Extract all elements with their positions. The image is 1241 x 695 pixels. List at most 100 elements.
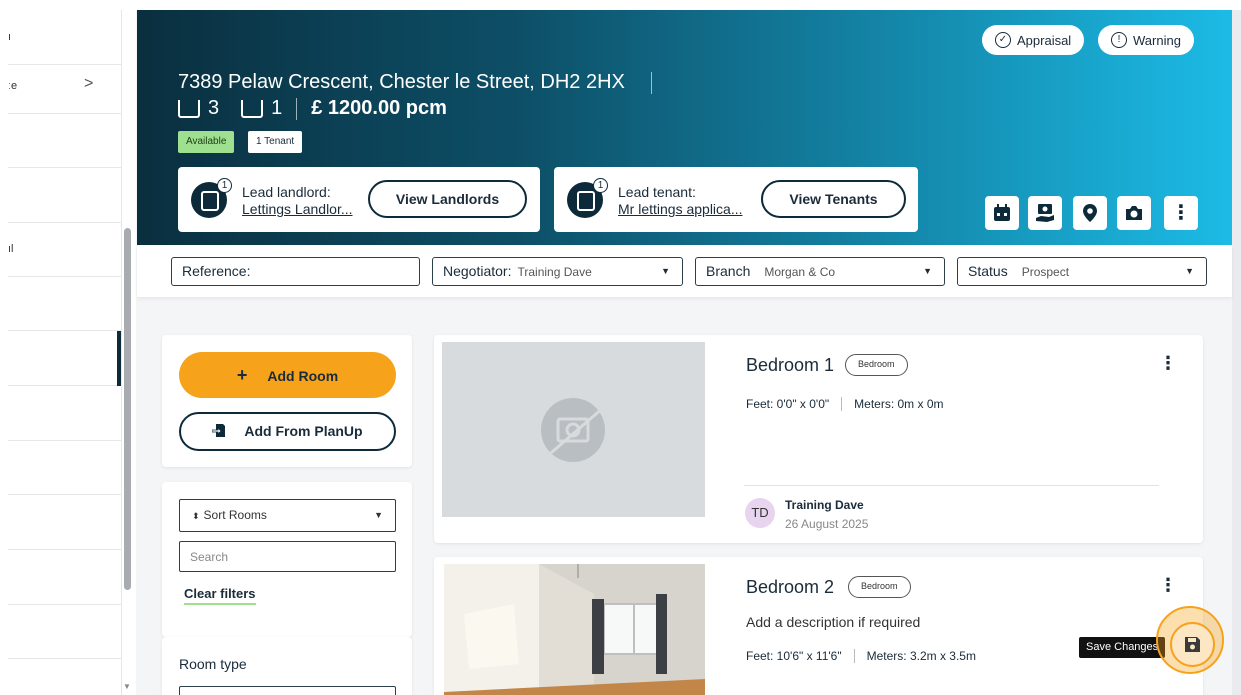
nav-item[interactable] bbox=[8, 550, 122, 605]
appraisal-label: Appraisal bbox=[1017, 32, 1072, 48]
plus-icon: + bbox=[236, 365, 248, 385]
nav-item-label: ı bbox=[8, 31, 12, 43]
negotiator-value: Training Dave bbox=[517, 265, 592, 279]
map-button[interactable] bbox=[1073, 196, 1107, 230]
landlord-count-badge: 1 bbox=[217, 178, 232, 193]
negotiator-select[interactable]: Negotiator: Training Dave ▼ bbox=[432, 257, 683, 286]
room-dimensions: Feet: 10'6" x 11'6" Meters: 3.2m x 3.5m bbox=[746, 649, 976, 663]
landlord-card: 1 Lead landlord: Lettings Landlor... Vie… bbox=[178, 167, 540, 232]
divider bbox=[296, 97, 298, 120]
divider bbox=[853, 649, 855, 663]
appraisal-button[interactable]: ✓ Appraisal bbox=[982, 25, 1085, 55]
add-from-planup-button[interactable]: Add From PlanUp bbox=[179, 412, 396, 451]
tenant-name-link[interactable]: Mr lettings applica... bbox=[618, 201, 743, 217]
valuation-button[interactable] bbox=[1028, 196, 1062, 230]
calendar-button[interactable] bbox=[985, 196, 1019, 230]
sort-icon: ⬍ bbox=[192, 511, 200, 521]
room-meters: Meters: 3.2m x 3.5m bbox=[866, 649, 976, 663]
nav-item[interactable]: ı bbox=[8, 10, 122, 65]
divider bbox=[744, 485, 1159, 486]
status-select[interactable]: Status Prospect ▼ bbox=[957, 257, 1207, 286]
property-specs: 3 1 £ 1200.00 pcm bbox=[178, 97, 447, 120]
hand-money-icon bbox=[1036, 204, 1054, 222]
add-from-planup-label: Add From PlanUp bbox=[244, 423, 363, 439]
add-room-label: Add Room bbox=[267, 368, 339, 384]
room-card: Bedroom 2 Bedroom ⋮ Add a description if… bbox=[434, 557, 1203, 695]
tenant-count-badge: 1 Tenant bbox=[248, 131, 303, 153]
room-type-chip: Bedroom bbox=[848, 576, 911, 598]
room-type-select[interactable] bbox=[179, 686, 396, 695]
bedroom-count: 3 bbox=[208, 97, 220, 119]
tenant-role-label: Lead tenant: bbox=[618, 184, 696, 200]
chevron-down-icon: ▼ bbox=[374, 510, 383, 520]
property-address: 7389 Pelaw Crescent, Chester le Street, … bbox=[178, 71, 625, 93]
nav-item[interactable] bbox=[8, 440, 122, 495]
reference-field[interactable]: Reference: bbox=[171, 257, 420, 286]
room-search-input[interactable] bbox=[179, 541, 396, 572]
status-value: Prospect bbox=[1021, 265, 1070, 279]
branch-select[interactable]: Branch Morgan & Co ▼ bbox=[695, 257, 945, 286]
landlord-name-link[interactable]: Lettings Landlor... bbox=[242, 201, 353, 217]
top-strip bbox=[0, 0, 1241, 10]
page-scrollbar[interactable] bbox=[1232, 10, 1241, 695]
camera-icon bbox=[1126, 206, 1142, 220]
bed-icon bbox=[178, 99, 200, 118]
more-vertical-icon[interactable]: ⋮ bbox=[1164, 196, 1198, 230]
save-changes-button[interactable] bbox=[1170, 622, 1215, 667]
tenant-card: 1 Lead tenant: Mr lettings applica... Vi… bbox=[554, 167, 918, 232]
view-landlords-button[interactable]: View Landlords bbox=[368, 180, 527, 218]
room-meters: Meters: 0m x 0m bbox=[854, 397, 944, 411]
branch-value: Morgan & Co bbox=[764, 265, 836, 279]
sort-rooms-label: Sort Rooms bbox=[203, 508, 267, 522]
room-photo-placeholder[interactable] bbox=[442, 342, 705, 517]
more-vertical-icon[interactable]: ⋮ bbox=[1159, 353, 1177, 374]
sort-rooms-select[interactable]: ⬍ Sort Rooms ▼ bbox=[179, 499, 396, 532]
nav-item[interactable]: ːe > bbox=[8, 59, 122, 114]
warning-button[interactable]: ! Warning bbox=[1098, 25, 1194, 55]
nav-item[interactable] bbox=[8, 276, 122, 331]
calendar-icon bbox=[994, 204, 1010, 221]
nav-item[interactable]: ıl bbox=[8, 222, 122, 277]
room-feet: Feet: 10'6" x 11'6" bbox=[746, 649, 842, 663]
left-nav: ı ːe > ıl bbox=[0, 10, 122, 695]
status-badge: Available bbox=[178, 131, 235, 153]
sidebar-scroll-thumb[interactable] bbox=[124, 228, 131, 590]
more-vertical-icon[interactable]: ⋮ bbox=[1159, 575, 1177, 596]
nav-item[interactable] bbox=[8, 495, 122, 550]
tenant-count-badge: 1 bbox=[593, 178, 608, 193]
room-name: Bedroom 2 bbox=[746, 577, 835, 597]
camera-button[interactable] bbox=[1117, 196, 1151, 230]
room-photo[interactable] bbox=[444, 564, 705, 695]
nav-item-label: ːe bbox=[8, 80, 18, 92]
avatar: TD bbox=[745, 498, 775, 528]
rent-amount: £ 1200.00 pcm bbox=[311, 97, 447, 119]
room-name: Bedroom 1 bbox=[746, 355, 835, 375]
save-changes-tooltip: Save Changes bbox=[1079, 637, 1166, 658]
room-card: Bedroom 1 Bedroom ⋮ Feet: 0'0" x 0'0" Met… bbox=[434, 335, 1203, 543]
negotiator-label: Negotiator: bbox=[443, 263, 512, 279]
scroll-down-arrow-icon[interactable]: ▼ bbox=[123, 682, 131, 691]
room-description[interactable]: Add a description if required bbox=[746, 614, 920, 630]
filter-bar: Reference: Negotiator: Training Dave ▼ Br… bbox=[137, 245, 1232, 297]
room-type-chip: Bedroom bbox=[845, 354, 908, 376]
bathroom-count: 1 bbox=[271, 97, 283, 119]
room-feet: Feet: 0'0" x 0'0" bbox=[746, 397, 830, 411]
nav-item[interactable] bbox=[8, 113, 122, 168]
branch-label: Branch bbox=[706, 263, 751, 279]
landlord-role-label: Lead landlord: bbox=[242, 184, 331, 200]
author-name: Training Dave bbox=[785, 498, 864, 512]
add-room-button[interactable]: + Add Room bbox=[179, 352, 396, 398]
bath-icon bbox=[241, 99, 264, 118]
nav-item[interactable] bbox=[8, 168, 122, 223]
view-tenants-button[interactable]: View Tenants bbox=[761, 180, 906, 218]
nav-item-active[interactable] bbox=[8, 331, 122, 386]
clear-filters-link[interactable]: Clear filters bbox=[184, 586, 256, 605]
nav-item[interactable] bbox=[8, 386, 122, 441]
chevron-down-icon: ▼ bbox=[923, 266, 932, 276]
bedroom-photo-image bbox=[444, 564, 705, 695]
nav-active-indicator bbox=[117, 331, 121, 386]
save-icon bbox=[1185, 637, 1200, 652]
file-import-icon bbox=[211, 424, 226, 437]
reference-label: Reference: bbox=[182, 263, 251, 279]
nav-item[interactable] bbox=[8, 604, 122, 659]
